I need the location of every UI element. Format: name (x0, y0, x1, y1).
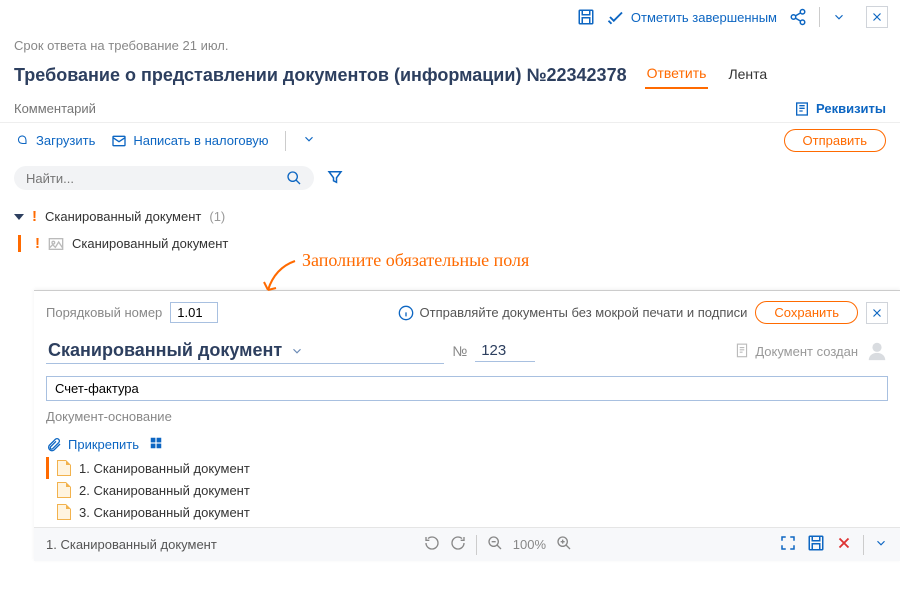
file-list: 1. Сканированный документ 2. Сканированн… (34, 457, 900, 523)
fullscreen-icon[interactable] (779, 534, 797, 555)
share-icon[interactable] (789, 8, 807, 26)
basis-doc-field[interactable]: Документ-основание (46, 409, 172, 424)
tree-child-label: Сканированный документ (72, 236, 228, 251)
disk-save-icon[interactable] (577, 8, 595, 26)
close-button[interactable] (866, 6, 888, 28)
write-tax-link[interactable]: Написать в налоговую (111, 133, 268, 149)
info-icon (398, 305, 414, 321)
zoom-level[interactable]: 100% (513, 537, 546, 552)
comment-input[interactable] (14, 97, 782, 120)
page-title: Требование о представлении документов (и… (14, 65, 627, 86)
details-link[interactable]: Реквизиты (794, 101, 886, 117)
clip-icon (46, 437, 62, 453)
chevron-down-icon[interactable] (832, 10, 846, 24)
deadline-text: Срок ответа на требование 21 июл. (0, 34, 900, 57)
file-item[interactable]: 3. Сканированный документ (46, 501, 888, 523)
mark-complete-button[interactable]: Отметить завершенным (607, 8, 777, 26)
doc-name-select[interactable]: Сканированный документ (46, 338, 444, 364)
rotate-left-icon[interactable] (424, 535, 440, 554)
avatar-icon[interactable] (866, 340, 888, 362)
chevron-down-icon (290, 344, 304, 358)
attach-link[interactable]: Прикрепить (46, 437, 139, 453)
doc-num-input[interactable]: 123 (475, 340, 535, 362)
file-icon (57, 460, 71, 476)
annotation: Заполните обязательные поля (0, 256, 900, 290)
upload-link[interactable]: Загрузить (14, 133, 95, 149)
search-icon[interactable] (286, 170, 302, 186)
file-item[interactable]: 1. Сканированный документ (46, 457, 888, 479)
doc-type-input[interactable] (46, 376, 888, 401)
grid-icon[interactable] (149, 436, 163, 453)
warning-icon: ! (35, 235, 40, 252)
current-file-label: 1. Сканированный документ (34, 537, 217, 552)
tree-parent-label: Сканированный документ (45, 209, 201, 224)
ord-label: Порядковый номер (46, 305, 162, 320)
save-button[interactable]: Сохранить (755, 301, 858, 324)
info-text: Отправляйте документы без мокрой печати … (398, 305, 748, 321)
rotate-right-icon[interactable] (450, 535, 466, 554)
file-icon (57, 482, 71, 498)
file-icon (57, 504, 71, 520)
doc-icon (735, 343, 749, 359)
disk-save-icon[interactable] (807, 534, 825, 555)
caret-down-icon (14, 214, 24, 220)
image-placeholder-icon (48, 237, 64, 251)
search-box[interactable] (14, 166, 314, 190)
doc-status: Документ создан (735, 343, 858, 359)
zoom-in-icon[interactable] (556, 535, 572, 554)
ord-input[interactable] (170, 302, 218, 323)
tab-reply[interactable]: Ответить (645, 61, 709, 89)
send-button[interactable]: Отправить (784, 129, 886, 152)
tree-parent-count: (1) (209, 209, 225, 224)
file-item[interactable]: 2. Сканированный документ (46, 479, 888, 501)
filter-icon[interactable] (326, 168, 344, 189)
num-label: № (452, 343, 467, 359)
divider (819, 7, 820, 27)
chevron-down-icon[interactable] (874, 536, 888, 553)
search-input[interactable] (26, 171, 286, 186)
chevron-down-icon[interactable] (302, 132, 316, 149)
delete-icon[interactable] (835, 534, 853, 555)
tree-parent[interactable]: ! Сканированный документ (1) (14, 208, 886, 225)
warning-icon: ! (32, 208, 37, 225)
zoom-out-icon[interactable] (487, 535, 503, 554)
mark-complete-label: Отметить завершенным (631, 10, 777, 25)
close-panel-button[interactable] (866, 302, 888, 324)
tab-feed[interactable]: Лента (726, 62, 769, 88)
